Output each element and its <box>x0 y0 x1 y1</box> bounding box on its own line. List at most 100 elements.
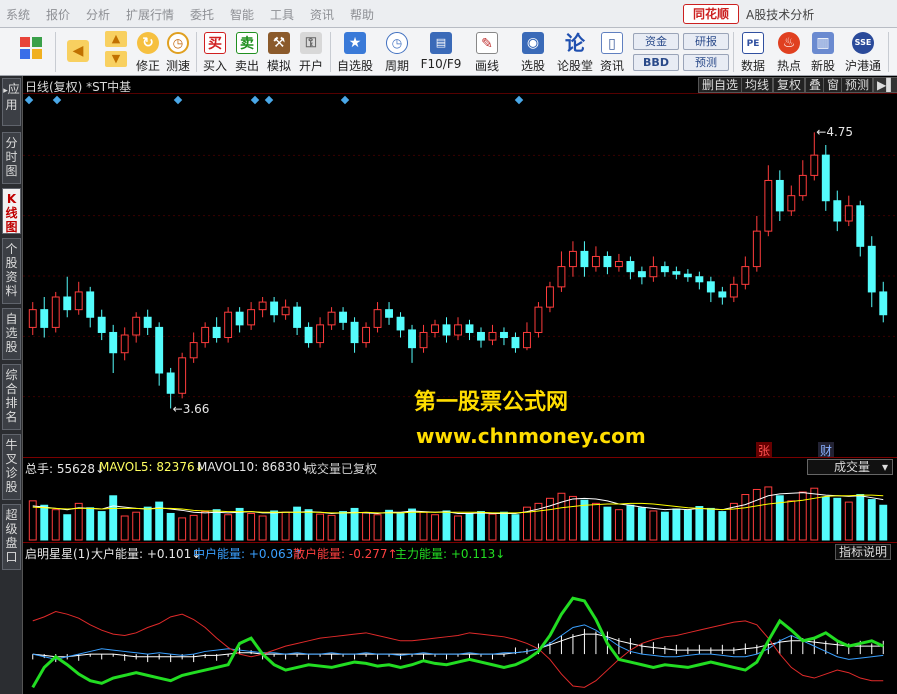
f10-button[interactable]: ▤ F10/F9 <box>418 31 464 71</box>
open-account-button[interactable]: ⚿ 开户 <box>297 31 325 74</box>
sidebar-tab-watchlist[interactable]: 自选股 <box>2 308 21 360</box>
sidebar-tab-stock-info[interactable]: 个股资料 <box>2 238 21 304</box>
indicator-retail: 散户能量: -0.277↑ <box>293 547 398 561</box>
volume-bar <box>408 508 416 541</box>
volume-bar <box>844 501 853 541</box>
candle-body <box>752 230 761 268</box>
watermark-title: 第一股票公式网 <box>414 390 569 415</box>
revise-button[interactable]: ↻ 修正 <box>134 31 162 74</box>
menu-smart[interactable]: 智能 <box>230 6 254 23</box>
fund-button[interactable]: 资金 <box>633 33 679 50</box>
indicator-name: 启明星星(1) <box>25 547 90 561</box>
period-button[interactable]: ◷ 周期 <box>380 31 414 74</box>
volume-chart[interactable] <box>23 476 897 542</box>
indicator-retail-line <box>32 611 884 688</box>
watchlist-button[interactable]: ★ 自选股 <box>334 31 376 74</box>
bbd-button[interactable]: BBD <box>633 54 679 71</box>
volume-bar <box>224 514 233 541</box>
overlay-button[interactable]: 叠 <box>805 77 826 93</box>
volume-bar <box>166 512 175 541</box>
volume-bar <box>660 511 669 541</box>
menu-quote[interactable]: 报价 <box>46 6 70 23</box>
candle-body <box>534 306 543 333</box>
expand-arrow-icon[interactable]: ▶▌ <box>873 77 897 93</box>
volume-bar <box>591 502 600 541</box>
menu-ext-quote[interactable]: 扩展行情 <box>126 6 174 23</box>
volume-bar <box>51 509 60 541</box>
high-price-label: ←4.75 <box>816 125 854 140</box>
predict-button[interactable]: 预测 <box>841 77 874 93</box>
sell-button[interactable]: 卖 卖出 <box>233 31 261 74</box>
volume-bar <box>741 494 750 541</box>
volume-bar <box>787 500 796 541</box>
back-arrow-icon: ◀ <box>67 40 89 62</box>
back-button[interactable]: ◀ <box>62 31 94 65</box>
menu-help[interactable]: 帮助 <box>350 6 374 23</box>
candle-body <box>580 250 589 268</box>
hot-button[interactable]: ♨ 热点 <box>774 31 804 74</box>
research-button[interactable]: 研报 <box>683 33 729 50</box>
candle-body <box>660 266 669 273</box>
sidebar-tab-kline[interactable]: K线图 <box>2 188 21 234</box>
indicator-chart[interactable] <box>23 561 897 694</box>
volume-bar <box>500 511 508 541</box>
volume-bar <box>281 511 290 541</box>
up-down-button[interactable]: ▲ ▼ <box>102 31 130 67</box>
candle-body <box>672 271 681 275</box>
candle-body <box>28 309 37 328</box>
buy-label: 买入 <box>202 59 227 73</box>
candle-body <box>798 174 807 197</box>
sidebar-tab-diagnosis[interactable]: 牛叉诊股 <box>2 434 21 500</box>
volume-bar <box>833 497 842 541</box>
volume-select[interactable]: 成交量 ▾ <box>806 459 893 475</box>
candle-body <box>741 266 750 285</box>
forum-button[interactable]: 论 论股堂 <box>556 31 594 74</box>
volume-bar <box>580 499 589 541</box>
menu-news[interactable]: 资讯 <box>310 6 334 23</box>
sidebar-tab-super-panel[interactable]: 超级盘口 <box>2 504 21 570</box>
indicator-help-button[interactable]: 指标说明 <box>835 544 892 560</box>
speed-test-button[interactable]: ◷ 测速 <box>164 31 192 74</box>
menu-tools[interactable]: 工具 <box>270 6 294 23</box>
candle-body <box>109 331 118 354</box>
menu-order[interactable]: 委托 <box>190 6 214 23</box>
indicator-big: 大户能量: +0.101↓ <box>91 547 202 561</box>
news-button[interactable]: ▯ 资讯 <box>598 31 626 74</box>
volume-bar <box>97 511 106 541</box>
windows-icon-button[interactable] <box>14 31 48 60</box>
ma-button[interactable]: 均线 <box>741 77 774 93</box>
adjust-button[interactable]: 复权 <box>773 77 806 93</box>
candle-body <box>396 316 405 331</box>
pe-icon: PE <box>742 32 764 54</box>
candle-body <box>649 266 658 278</box>
menu-analysis[interactable]: 分析 <box>86 6 110 23</box>
sidebar-tab-ranking[interactable]: 综合排名 <box>2 364 21 430</box>
event-diamond-icon <box>340 95 350 105</box>
new-stock-button[interactable]: ▥ 新股 <box>808 31 838 74</box>
volume-bar <box>28 500 37 541</box>
volume-ma5: MAVOL5: 82376↓ <box>99 460 205 474</box>
simulate-button[interactable]: ⚒ 模拟 <box>265 31 293 74</box>
draw-line-button[interactable]: ✎ 画线 <box>470 31 504 74</box>
menu-system[interactable]: 系统 <box>6 6 30 23</box>
volume-bar <box>718 511 727 541</box>
volume-bar <box>419 511 428 541</box>
candle-body <box>867 245 876 293</box>
volume-bar <box>614 509 623 541</box>
remove-watchlist-button[interactable]: 删自选 <box>698 77 743 93</box>
stock-picker-button[interactable]: ◉ 选股 <box>514 31 552 74</box>
hk-connect-button[interactable]: SSE 沪港通 <box>842 31 884 74</box>
sidebar-tab-apps[interactable]: ▸应用 <box>2 78 21 126</box>
pencil-icon: ✎ <box>476 32 498 54</box>
indicator-main: 主力能量: +0.113↓ <box>395 547 506 561</box>
candle-body <box>764 179 773 232</box>
sidebar-tab-intraday[interactable]: 分时图 <box>2 132 21 184</box>
buy-button[interactable]: 买 买入 <box>201 31 229 74</box>
data-button[interactable]: PE 数据 <box>738 31 768 74</box>
forecast-button[interactable]: 预测 <box>683 54 729 71</box>
document-icon: ▯ <box>601 32 623 54</box>
window-button[interactable]: 窗 <box>823 77 844 93</box>
volume-total: 总手: 55628↓ <box>25 462 106 476</box>
volume-bar <box>545 497 554 541</box>
volume-bar <box>465 512 474 541</box>
